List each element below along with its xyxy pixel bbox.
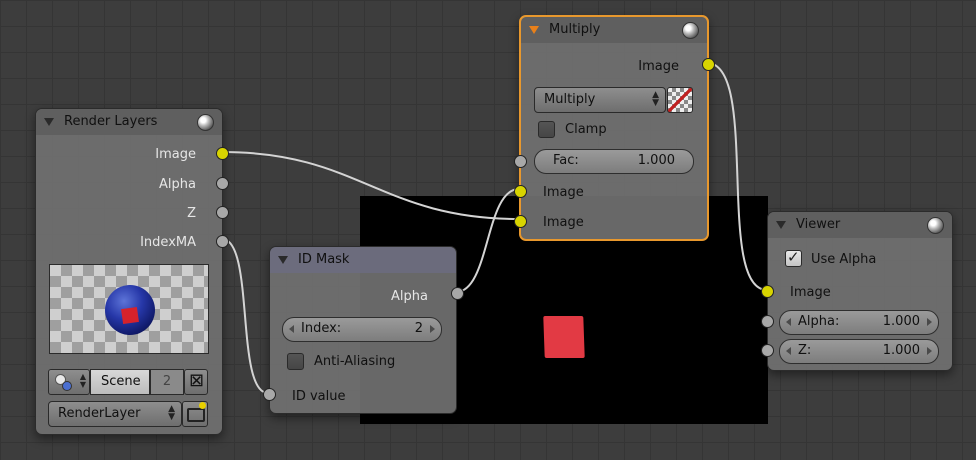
preview-sphere-icon[interactable]: [197, 114, 214, 131]
alpha-value: 1.000: [882, 314, 920, 329]
chevron-up-down-icon: ▲ ▼: [652, 90, 659, 108]
node-header[interactable]: Multiply: [521, 17, 707, 43]
scene-users-count[interactable]: 2: [150, 369, 184, 395]
node-title: Multiply: [549, 22, 601, 37]
increment-arrow-icon[interactable]: [927, 318, 932, 326]
node-header[interactable]: Viewer: [768, 212, 952, 238]
alpha-number-field[interactable]: Alpha: 1.000: [779, 310, 939, 335]
socket-indexma-output[interactable]: [216, 235, 229, 248]
preview-sphere-icon[interactable]: [682, 22, 699, 39]
socket-image-output[interactable]: [702, 58, 715, 71]
z-number-field[interactable]: Z: 1.000: [779, 339, 939, 364]
render-layer-button[interactable]: [182, 401, 208, 427]
collapse-triangle-icon[interactable]: [776, 221, 786, 229]
fac-value: 1.000: [637, 153, 675, 168]
socket-image1-input[interactable]: [514, 185, 527, 198]
scene-name-field[interactable]: Scene: [90, 369, 150, 395]
fac-label: Fac:: [553, 153, 579, 168]
alpha-label: Alpha:: [798, 314, 840, 329]
node-title: ID Mask: [298, 252, 350, 267]
scene-browse-button[interactable]: ▲ ▼: [48, 369, 90, 395]
output-label-image: Image: [155, 147, 196, 162]
node-id-mask[interactable]: ID Mask Alpha Index: 2 Anti-Aliasing ID …: [263, 246, 464, 414]
node-title: Render Layers: [64, 114, 158, 129]
red-cube: [121, 306, 139, 325]
decrement-arrow-icon[interactable]: [786, 347, 791, 355]
input-label-image2: Image: [543, 215, 584, 230]
socket-fac-input[interactable]: [514, 155, 527, 168]
socket-image-output[interactable]: [216, 147, 229, 160]
node-multiply[interactable]: Multiply Image Multiply ▲ ▼ Clamp Fac: 1.…: [514, 15, 715, 241]
clamp-label: Clamp: [565, 122, 607, 137]
output-label-z: Z: [187, 206, 196, 221]
index-label: Index:: [301, 321, 342, 336]
increment-arrow-icon[interactable]: [927, 347, 932, 355]
scene-icon-dot: [62, 381, 72, 391]
node-viewer[interactable]: Viewer Use Alpha Image Alpha: 1.000 Z: 1…: [761, 211, 953, 371]
link-indexma-to-idvalue: [221, 238, 269, 394]
socket-alpha-output[interactable]: [451, 287, 464, 300]
z-label: Z:: [798, 343, 812, 358]
collapse-triangle-icon[interactable]: [278, 256, 288, 264]
node-title: Viewer: [796, 217, 841, 232]
input-label-id-value: ID value: [292, 389, 346, 404]
camera-flash-icon: [199, 402, 206, 409]
preview-red-square: [543, 316, 585, 358]
close-icon: ⊠: [189, 370, 205, 391]
increment-arrow-icon[interactable]: [430, 325, 435, 333]
output-label-alpha: Alpha: [391, 289, 428, 304]
blend-mode-select[interactable]: Multiply ▲ ▼: [534, 87, 666, 113]
fac-number-field[interactable]: Fac: 1.000: [534, 149, 694, 174]
collapse-triangle-icon[interactable]: [529, 26, 539, 34]
clamp-checkbox[interactable]: [538, 121, 555, 138]
render-layer-select[interactable]: RenderLayer ▲ ▼: [48, 401, 182, 427]
index-number-field[interactable]: Index: 2: [282, 317, 442, 342]
output-label-alpha: Alpha: [159, 177, 196, 192]
use-alpha-toggle-button[interactable]: [667, 87, 693, 113]
use-alpha-checkbox[interactable]: [785, 248, 802, 267]
decrement-arrow-icon[interactable]: [786, 318, 791, 326]
node-render-layers[interactable]: Render Layers Image Alpha Z IndexMA ▲ ▼ S…: [35, 108, 229, 435]
output-label-image: Image: [638, 59, 679, 74]
decrement-arrow-icon[interactable]: [289, 325, 294, 333]
node-header[interactable]: ID Mask: [270, 247, 456, 273]
blend-mode-value: Multiply: [544, 92, 596, 107]
render-preview-thumbnail: [49, 264, 209, 354]
input-label-image: Image: [790, 285, 831, 300]
output-label-indexma: IndexMA: [140, 235, 196, 250]
chevron-up-down-icon: ▲ ▼: [79, 372, 86, 389]
render-layer-name: RenderLayer: [58, 406, 141, 421]
socket-image-input[interactable]: [761, 285, 774, 298]
preview-sphere-icon[interactable]: [927, 217, 944, 234]
node-header[interactable]: Render Layers: [36, 109, 222, 135]
anti-aliasing-label: Anti-Aliasing: [314, 354, 396, 369]
socket-z-input[interactable]: [761, 344, 774, 357]
socket-alpha-input[interactable]: [761, 315, 774, 328]
anti-aliasing-checkbox[interactable]: [287, 353, 304, 370]
scene-unlink-button[interactable]: ⊠: [184, 369, 208, 395]
socket-alpha-output[interactable]: [216, 177, 229, 190]
use-alpha-label: Use Alpha: [811, 252, 877, 267]
z-value: 1.000: [882, 343, 920, 358]
camera-icon: [187, 408, 205, 422]
socket-image2-input[interactable]: [514, 215, 527, 228]
collapse-triangle-icon[interactable]: [44, 118, 54, 126]
input-label-image1: Image: [543, 185, 584, 200]
socket-z-output[interactable]: [216, 206, 229, 219]
socket-id-value-input[interactable]: [263, 388, 276, 401]
chevron-up-down-icon: ▲ ▼: [168, 404, 175, 422]
scene-name: Scene: [101, 374, 141, 389]
index-value: 2: [414, 321, 423, 336]
